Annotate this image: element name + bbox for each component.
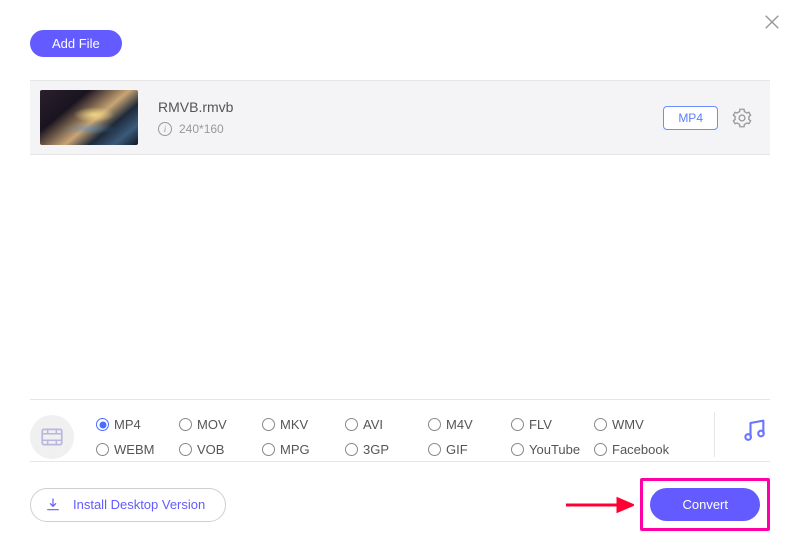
video-thumbnail[interactable] [40,90,138,145]
formats-grid: MP4 MOV MKV AVI M4V FLV WMV WEBM VOB MPG 3GP GIF You… [96,417,677,457]
add-file-button[interactable]: Add File [30,30,122,57]
format-radio[interactable] [345,443,358,456]
format-radio[interactable] [594,443,607,456]
install-desktop-button[interactable]: Install Desktop Version [30,488,226,522]
format-label: FLV [529,417,552,432]
format-option-mov[interactable]: MOV [179,417,262,432]
format-tag-button[interactable]: MP4 [663,106,718,130]
format-radio[interactable] [262,443,275,456]
format-option-mpg[interactable]: MPG [262,442,345,457]
format-option-webm[interactable]: WEBM [96,442,179,457]
format-option-3gp[interactable]: 3GP [345,442,428,457]
info-icon[interactable]: i [158,122,172,136]
file-name: RMVB.rmvb [158,99,663,115]
highlight-box: Convert [640,478,770,531]
gear-icon[interactable] [732,108,752,128]
format-label: YouTube [529,442,580,457]
format-radio[interactable] [428,418,441,431]
music-icon[interactable] [740,416,770,446]
format-radio[interactable] [345,418,358,431]
convert-button[interactable]: Convert [650,488,760,521]
format-label: WMV [612,417,644,432]
format-label: M4V [446,417,473,432]
format-radio[interactable] [511,443,524,456]
resolution-text: 240*160 [179,122,224,136]
format-radio[interactable] [96,418,109,431]
format-label: Facebook [612,442,669,457]
download-icon [45,497,61,513]
formats-panel: MP4 MOV MKV AVI M4V FLV WMV WEBM VOB MPG 3GP GIF You… [30,399,770,461]
format-option-avi[interactable]: AVI [345,417,428,432]
install-label: Install Desktop Version [73,497,205,512]
file-meta: RMVB.rmvb i 240*160 [158,99,663,136]
format-option-wmv[interactable]: WMV [594,417,677,432]
format-option-mp4[interactable]: MP4 [96,417,179,432]
format-label: MPG [280,442,310,457]
vertical-divider [714,412,715,457]
format-label: MP4 [114,417,141,432]
format-option-m4v[interactable]: M4V [428,417,511,432]
format-label: AVI [363,417,383,432]
bottom-bar: Install Desktop Version Convert [30,461,770,531]
arrow-annotation [564,495,634,515]
format-option-gif[interactable]: GIF [428,442,511,457]
format-label: MOV [197,417,227,432]
file-row: RMVB.rmvb i 240*160 MP4 [30,80,770,155]
format-label: VOB [197,442,224,457]
video-type-icon[interactable] [30,415,74,459]
convert-group: Convert [564,478,770,531]
close-icon[interactable] [762,12,782,32]
format-option-facebook[interactable]: Facebook [594,442,677,457]
format-radio[interactable] [428,443,441,456]
format-option-vob[interactable]: VOB [179,442,262,457]
format-label: 3GP [363,442,389,457]
format-option-flv[interactable]: FLV [511,417,594,432]
format-option-youtube[interactable]: YouTube [511,442,594,457]
format-label: GIF [446,442,468,457]
format-label: MKV [280,417,308,432]
format-radio[interactable] [594,418,607,431]
format-radio[interactable] [511,418,524,431]
format-radio[interactable] [262,418,275,431]
format-radio[interactable] [179,443,192,456]
format-radio[interactable] [179,418,192,431]
format-label: WEBM [114,442,154,457]
format-option-mkv[interactable]: MKV [262,417,345,432]
file-resolution: i 240*160 [158,122,663,136]
format-radio[interactable] [96,443,109,456]
